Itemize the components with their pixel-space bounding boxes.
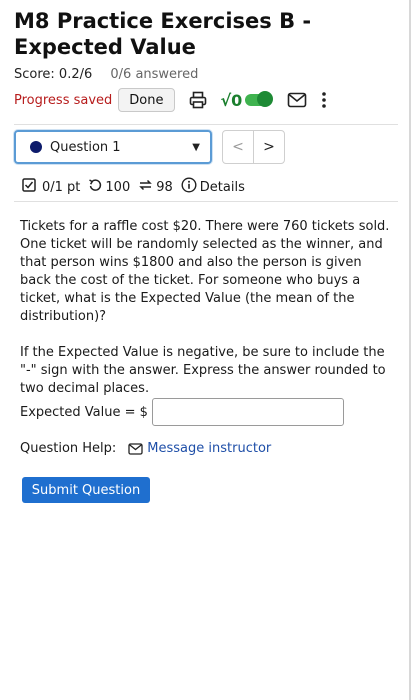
attempts-count: 100: [105, 179, 131, 195]
progress-status: Progress saved: [14, 92, 113, 108]
score-text: Score: 0.2/6: [14, 67, 93, 82]
math-symbol: √0: [220, 90, 243, 110]
mail-icon[interactable]: [287, 92, 307, 108]
question-instructions: If the Expected Value is negative, be su…: [20, 345, 386, 396]
submit-question-button[interactable]: Submit Question: [22, 477, 150, 503]
question-select[interactable]: Question 1 ▼: [14, 130, 212, 164]
answer-row: Expected Value = $: [20, 398, 344, 426]
caret-down-icon: ▼: [192, 141, 200, 153]
undo-icon: [88, 178, 105, 196]
info-icon[interactable]: [181, 177, 200, 197]
message-instructor-link[interactable]: Message instructor: [128, 441, 271, 456]
printer-icon[interactable]: [189, 91, 207, 109]
question-text: Tickets for a raffle cost $20. There wer…: [20, 219, 390, 324]
points-text: 0/1 pt: [42, 179, 81, 195]
status-toolbar: Progress saved Done √0: [14, 87, 327, 113]
done-button[interactable]: Done: [118, 88, 175, 112]
expected-value-input[interactable]: [151, 398, 344, 426]
retries-count: 98: [156, 179, 173, 195]
score-row: Score: 0.2/6 0/6 answered: [14, 67, 198, 82]
question-meta: 0/1 pt 100 98 Details: [22, 177, 245, 197]
more-vertical-icon[interactable]: [321, 91, 327, 109]
page-edge-rule: [409, 0, 411, 700]
page-title: M8 Practice Exercises B - Expected Value: [14, 9, 312, 59]
previous-question-button[interactable]: <: [222, 130, 254, 164]
next-question-button[interactable]: >: [253, 130, 285, 164]
checkbox-icon: [22, 178, 39, 196]
details-link[interactable]: Details: [200, 180, 245, 195]
answered-count: 0/6 answered: [110, 67, 199, 82]
math-toggle[interactable]: [245, 91, 274, 107]
mail-icon: [128, 442, 143, 455]
question-help: Question Help: Message instructor: [20, 441, 271, 456]
retry-icon: [138, 178, 156, 196]
question-status-dot: [30, 141, 42, 153]
meta-divider: [14, 201, 398, 202]
question-body: Tickets for a raffle cost $20. There wer…: [20, 218, 392, 416]
help-label: Question Help:: [20, 441, 117, 456]
answer-label: Expected Value = $: [20, 404, 148, 420]
question-select-label: Question 1: [50, 139, 121, 155]
header-divider: [14, 124, 398, 125]
message-instructor-label: Message instructor: [147, 441, 272, 456]
